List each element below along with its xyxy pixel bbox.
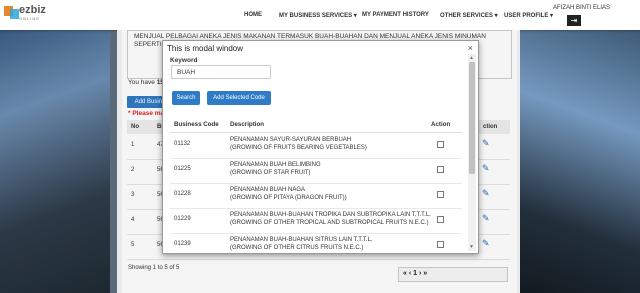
table-row: 01229 PENANAMAN BUAH-BUAHAN TROPIKA DAN … [170,208,462,234]
select-checkbox[interactable] [437,166,444,173]
nav-user-profile-label: USER PROFILE [504,13,549,19]
table-row: 01132 PENANAMAN SAYUR-SAYURAN BERBUAH (GR… [170,133,462,159]
description: PENANAMAN BUAH-BUAHAN SITRUS LAIN T.T.T.… [230,236,373,252]
table-row: 01239 PENANAMAN BUAH-BUAHAN SITRUS LAIN … [170,233,462,253]
modal-scrollbar[interactable]: ▲ ▼ [468,54,476,251]
business-code: 01229 [174,216,191,222]
ezbiz-logo[interactable]: ezbiz ONLINE [4,4,50,22]
logo-text: ezbiz [19,4,46,16]
header-action: Action [431,121,451,128]
business-code: 01228 [174,191,191,197]
chevron-down-icon: ▾ [492,13,498,19]
scroll-up-arrow-icon[interactable]: ▲ [469,55,474,61]
description: PENANAMAN BUAH-BUAHAN TROPIKA DAN SUBTRO… [230,211,431,227]
description-english: (GROWING OF FRUITS BEARING VEGETABLES) [230,145,367,151]
modal-body: Keyword BUAH Search Add Selected Code Bu… [163,54,467,253]
logo-mark-blue [10,9,19,19]
search-button[interactable]: Search [172,91,200,105]
nav-other-services-label: OTHER SERVICES [440,13,493,19]
nav-my-payment-history[interactable]: MY PAYMENT HISTORY [362,12,429,18]
chevron-down-icon: ▾ [352,13,357,19]
description-malay: PENANAMAN BUAH BELIMBING [230,162,321,168]
header-description: Description [230,121,265,128]
business-code: 01132 [174,141,191,147]
select-checkbox[interactable] [437,191,444,198]
description-malay: PENANAMAN BUAH-BUAHAN TROPIKA DAN SUBTRO… [230,212,431,218]
business-code: 01239 [174,241,191,247]
description: PENANAMAN BUAH NAGA (GROWING OF PITAYA (D… [230,186,347,202]
nav-my-business-services[interactable]: MY BUSINESS SERVICES ▾ [279,12,357,19]
nav-user-profile[interactable]: USER PROFILE ▾ [504,12,553,19]
logout-icon[interactable]: ⇥ [567,15,581,26]
business-code: 01225 [174,166,191,172]
description-english: (GROWING OF PITAYA (DRAGON FRUIT)) [230,195,347,201]
nav-other-services[interactable]: OTHER SERVICES ▾ [440,12,498,19]
description-english: (GROWING OF OTHER TROPICAL AND SUBTROPIC… [230,220,429,226]
select-checkbox[interactable] [437,141,444,148]
top-navbar: ezbiz ONLINE HOME MY BUSINESS SERVICES ▾… [0,0,640,30]
chevron-down-icon: ▾ [548,13,554,19]
keyword-input[interactable]: BUAH [171,65,271,79]
user-name: AFIZAH BINTI ELIAS [553,5,611,11]
description-english: (GROWING OF STAR FRUIT) [230,170,311,176]
keyword-label: Keyword [170,57,198,64]
close-icon[interactable]: × [468,43,473,53]
scroll-down-arrow-icon[interactable]: ▼ [469,244,474,250]
table-row: 01228 PENANAMAN BUAH NAGA (GROWING OF PIT… [170,183,462,209]
header-business-code: Business Code [174,121,219,128]
scrollbar-thumb[interactable] [469,62,475,174]
nav-my-business-services-label: MY BUSINESS SERVICES [279,13,353,19]
select-checkbox[interactable] [437,241,444,248]
description-malay: PENANAMAN BUAH NAGA [230,187,306,193]
add-selected-code-button[interactable]: Add Selected Code [207,91,271,105]
description-malay: PENANAMAN SAYUR-SAYURAN BERBUAH [230,137,352,143]
logo-subtext: ONLINE [19,16,40,21]
table-row: 01225 PENANAMAN BUAH BELIMBING (GROWING O… [170,158,462,184]
select-checkbox[interactable] [437,216,444,223]
description-malay: PENANAMAN BUAH-BUAHAN SITRUS LAIN T.T.T.… [230,237,373,243]
business-code-table-header: Business Code Description Action [170,116,462,133]
modal-title: This is modal window [167,44,244,53]
description: PENANAMAN BUAH BELIMBING (GROWING OF STAR… [230,161,321,177]
business-code-modal: This is modal window × Keyword BUAH Sear… [162,40,479,254]
description: PENANAMAN SAYUR-SAYURAN BERBUAH (GROWING … [230,136,367,152]
nav-home[interactable]: HOME [244,12,262,18]
description-english: (GROWING OF OTHER CITRUS FRUITS N.E.C.) [230,245,364,251]
